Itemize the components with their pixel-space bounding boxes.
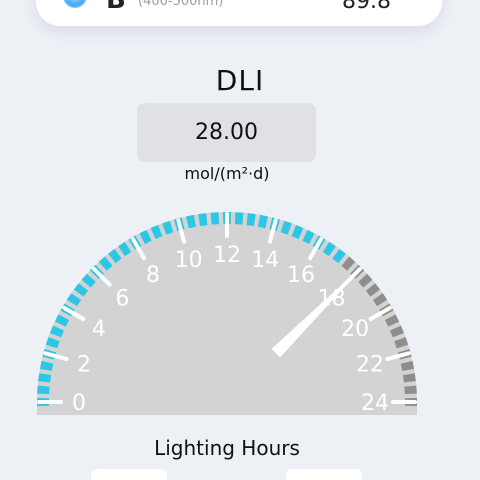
gauge-tick-segment — [404, 385, 417, 395]
lighting-start-field[interactable] — [91, 469, 167, 480]
gauge-tick-label: 4 — [92, 317, 106, 342]
gauge-tick-label: 24 — [361, 391, 389, 416]
gauge-tick-segment — [37, 385, 50, 395]
gauge-tick-label: 12 — [213, 243, 241, 268]
gauge-tick-label: 2 — [77, 353, 91, 378]
lighting-end-field[interactable] — [286, 469, 362, 480]
dli-screen: B (400-500nm) 89.8 DLI 28.00 mol/(m²·d) … — [0, 0, 480, 480]
gauge-tick-label: 0 — [72, 391, 86, 416]
gauge-tick-label: 6 — [115, 286, 129, 311]
gauge-tick-label: 20 — [341, 317, 369, 342]
gauge-tick-segment — [234, 212, 244, 225]
lighting-hours-label: Lighting Hours — [154, 436, 300, 460]
lighting-hours-gauge[interactable]: 024681012141618202224 — [0, 0, 480, 480]
gauge-tick-segment — [210, 212, 220, 225]
gauge-tick-label: 10 — [175, 248, 203, 273]
gauge-tick-label: 22 — [356, 353, 384, 378]
gauge-tick-label: 8 — [146, 263, 160, 288]
gauge-tick-label: 14 — [251, 248, 279, 273]
gauge-tick-label: 16 — [287, 263, 315, 288]
